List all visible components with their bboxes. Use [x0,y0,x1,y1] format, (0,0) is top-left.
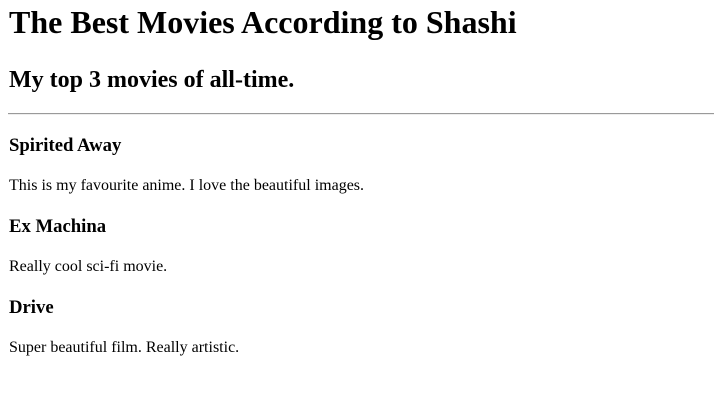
movie-title-spirited-away: Spirited Away [9,135,122,156]
movie-description-ex-machina: Really cool sci-fi movie. [9,258,168,275]
divider [8,113,714,115]
page-title: The Best Movies According to Shashi [9,4,517,40]
page-subtitle: My top 3 movies of all-time. [9,67,295,93]
movie-title-drive: Drive [9,297,54,318]
movie-description-drive: Super beautiful film. Really artistic. [9,339,240,356]
movie-description-spirited-away: This is my favourite anime. I love the b… [9,177,365,194]
movie-title-ex-machina: Ex Machina [9,216,107,237]
